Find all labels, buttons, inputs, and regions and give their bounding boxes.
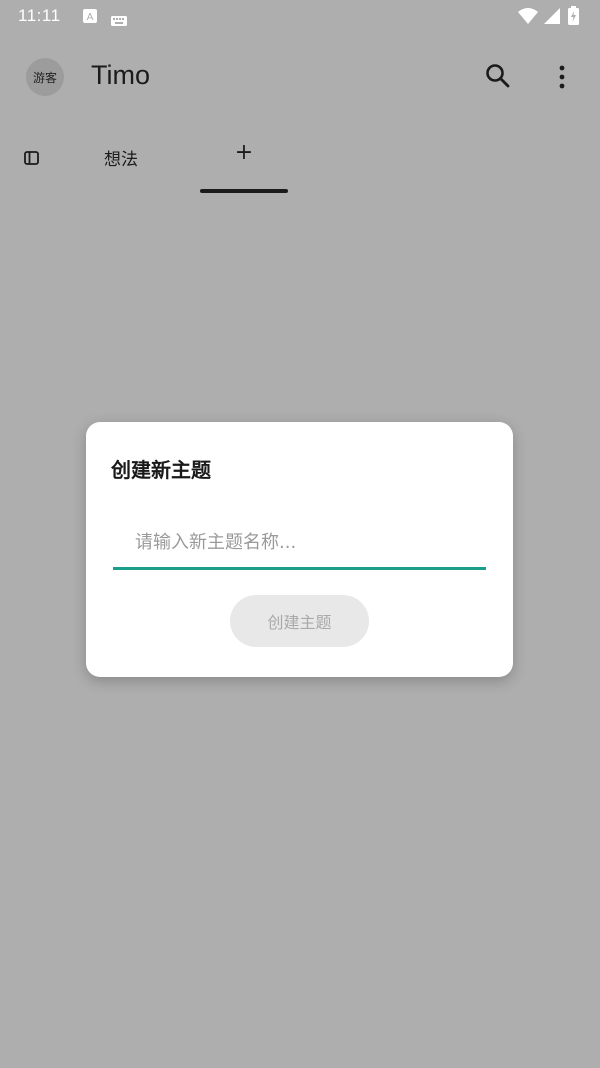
create-topic-button[interactable]: 创建主题 — [230, 595, 369, 647]
keyboard-icon — [111, 11, 127, 30]
sidebar-toggle-button[interactable] — [22, 148, 42, 168]
battery-icon — [568, 6, 579, 29]
dialog-title: 创建新主题 — [111, 458, 211, 482]
signal-icon — [544, 8, 560, 28]
more-options-button[interactable] — [552, 64, 572, 90]
tab-add-topic[interactable]: + — [234, 140, 254, 165]
status-bar: 11:11 A — [0, 0, 600, 34]
search-icon — [484, 64, 512, 94]
search-button[interactable] — [484, 62, 512, 90]
app-title: Timo — [91, 60, 150, 90]
more-vert-icon — [552, 65, 572, 94]
svg-text:A: A — [87, 12, 94, 23]
create-topic-dialog: 创建新主题 创建主题 — [86, 422, 513, 677]
avatar[interactable]: 游客 — [26, 58, 64, 96]
notification-a-icon: A — [83, 8, 97, 27]
status-time: 11:11 — [18, 6, 61, 25]
tab-ideas[interactable]: 想法 — [104, 145, 138, 170]
avatar-label: 游客 — [32, 70, 57, 85]
topic-name-input[interactable] — [113, 518, 486, 570]
tab-indicator — [200, 189, 288, 193]
sidebar-panel-icon — [22, 151, 42, 172]
wifi-icon — [518, 8, 538, 28]
